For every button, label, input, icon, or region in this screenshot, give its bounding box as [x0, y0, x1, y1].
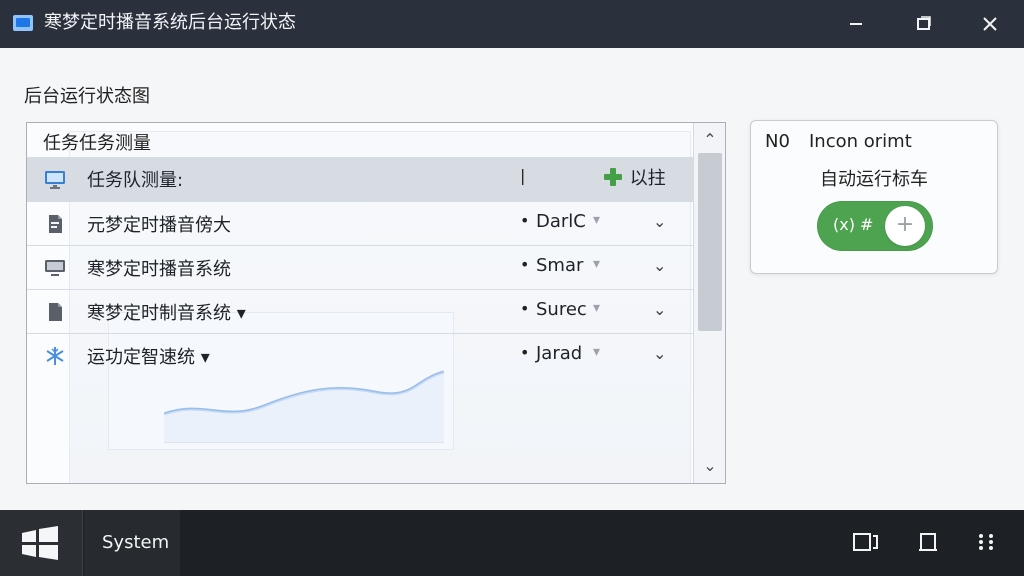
task-row-3-value: Smar: [536, 255, 584, 276]
task-row-3-chevron[interactable]: ⌄: [653, 256, 666, 275]
close-icon: [983, 17, 997, 31]
auto-run-toggle[interactable]: (x) # +: [817, 201, 933, 251]
windows-start-icon: [22, 526, 58, 560]
task-row-1-extra-label: 以拄: [629, 168, 666, 189]
task-row-1-label: 任务队测量:: [87, 170, 184, 191]
minimize-icon: [850, 23, 862, 25]
scroll-thumb[interactable]: [698, 153, 722, 331]
task-row-3-label: 寒梦定时播音系统: [87, 259, 231, 280]
document-icon: [43, 212, 67, 236]
clipboard-icon[interactable]: [914, 530, 942, 554]
auto-run-card: N0 Incon orimt 自动运行标车 (x) # +: [750, 120, 998, 274]
plus-icon: +: [895, 212, 915, 237]
toggle-knob[interactable]: +: [885, 206, 925, 246]
task-row-3-value-arrow[interactable]: ▾: [593, 256, 600, 272]
task-row-1-marker: |: [520, 166, 526, 185]
task-row-5-chevron[interactable]: ⌄: [653, 344, 666, 363]
task-row-3[interactable]: 寒梦定时播音系统 • Smar ▾ ⌄: [27, 245, 693, 290]
app-window-icon: [12, 13, 34, 33]
task-row-5-marker: •: [520, 343, 530, 362]
task-row-3-marker: •: [520, 255, 530, 274]
status-panel: 任务任务测量 任务队测量: | 以拄 元梦定时播音傍大 • DarlC ▾ ⌄ …: [26, 122, 726, 484]
card-number: N0: [765, 131, 790, 152]
maximize-button[interactable]: [892, 0, 956, 48]
task-row-5[interactable]: 运功定智速统 ▾ • Jarad ▾ ⌄: [27, 333, 693, 378]
task-view-icon[interactable]: [852, 530, 880, 554]
task-row-2-marker: •: [520, 211, 530, 230]
task-row-2-chevron[interactable]: ⌄: [653, 212, 666, 231]
main-content: 后台运行状态图 任务任务测量 任务队测量: | 以拄 元梦定时播音傍大 • Da…: [0, 48, 1024, 510]
task-row-2-value-arrow[interactable]: ▾: [593, 212, 600, 228]
task-row-4-value-arrow[interactable]: ▾: [593, 300, 600, 316]
task-row-1[interactable]: 任务队测量: | 以拄: [27, 157, 693, 201]
close-button[interactable]: [958, 0, 1022, 48]
panel-header: 任务任务测量: [43, 133, 151, 154]
task-row-4-label: 寒梦定时制音系统 ▾: [87, 303, 246, 324]
scroll-down-icon[interactable]: ⌄: [694, 453, 725, 477]
system-taskbar-item[interactable]: System: [84, 510, 180, 576]
panel-scrollbar[interactable]: ⌃ ⌄: [693, 123, 725, 483]
window-titlebar: 寒梦定时播音系统后台运行状态: [0, 0, 1024, 48]
task-row-4-marker: •: [520, 299, 530, 318]
task-row-5-label: 运功定智速统 ▾: [87, 347, 210, 368]
scroll-up-icon[interactable]: ⌃: [694, 127, 725, 151]
section-title: 后台运行状态图: [24, 86, 150, 107]
minimize-button[interactable]: [824, 0, 888, 48]
task-row-4[interactable]: 寒梦定时制音系统 ▾ • Surec ▾ ⌄: [27, 289, 693, 334]
display-icon: [43, 256, 67, 280]
task-row-2-label: 元梦定时播音傍大: [87, 215, 231, 236]
toggle-label: (x) #: [833, 215, 874, 234]
task-row-4-value: Surec: [536, 299, 587, 320]
maximize-icon: [917, 16, 931, 30]
file-icon: [43, 300, 67, 324]
start-button[interactable]: [0, 510, 83, 576]
task-row-2-value: DarlC: [536, 211, 586, 232]
task-row-5-value: Jarad: [536, 343, 583, 364]
task-row-2[interactable]: 元梦定时播音傍大 • DarlC ▾ ⌄: [27, 201, 693, 246]
monitor-icon: [43, 167, 67, 191]
window-title: 寒梦定时播音系统后台运行状态: [44, 12, 296, 33]
taskbar: System: [0, 510, 1024, 576]
card-title: Incon orimt: [809, 131, 912, 152]
green-plus-icon: [602, 168, 630, 189]
card-subtitle: 自动运行标车: [820, 169, 928, 190]
system-label: System: [102, 532, 170, 553]
grid-dots-icon[interactable]: [972, 530, 1000, 554]
task-row-1-extra: 以拄: [602, 164, 666, 190]
task-row-5-value-arrow[interactable]: ▾: [593, 344, 600, 360]
snowflake-icon: [43, 344, 67, 368]
task-row-4-chevron[interactable]: ⌄: [653, 300, 666, 319]
